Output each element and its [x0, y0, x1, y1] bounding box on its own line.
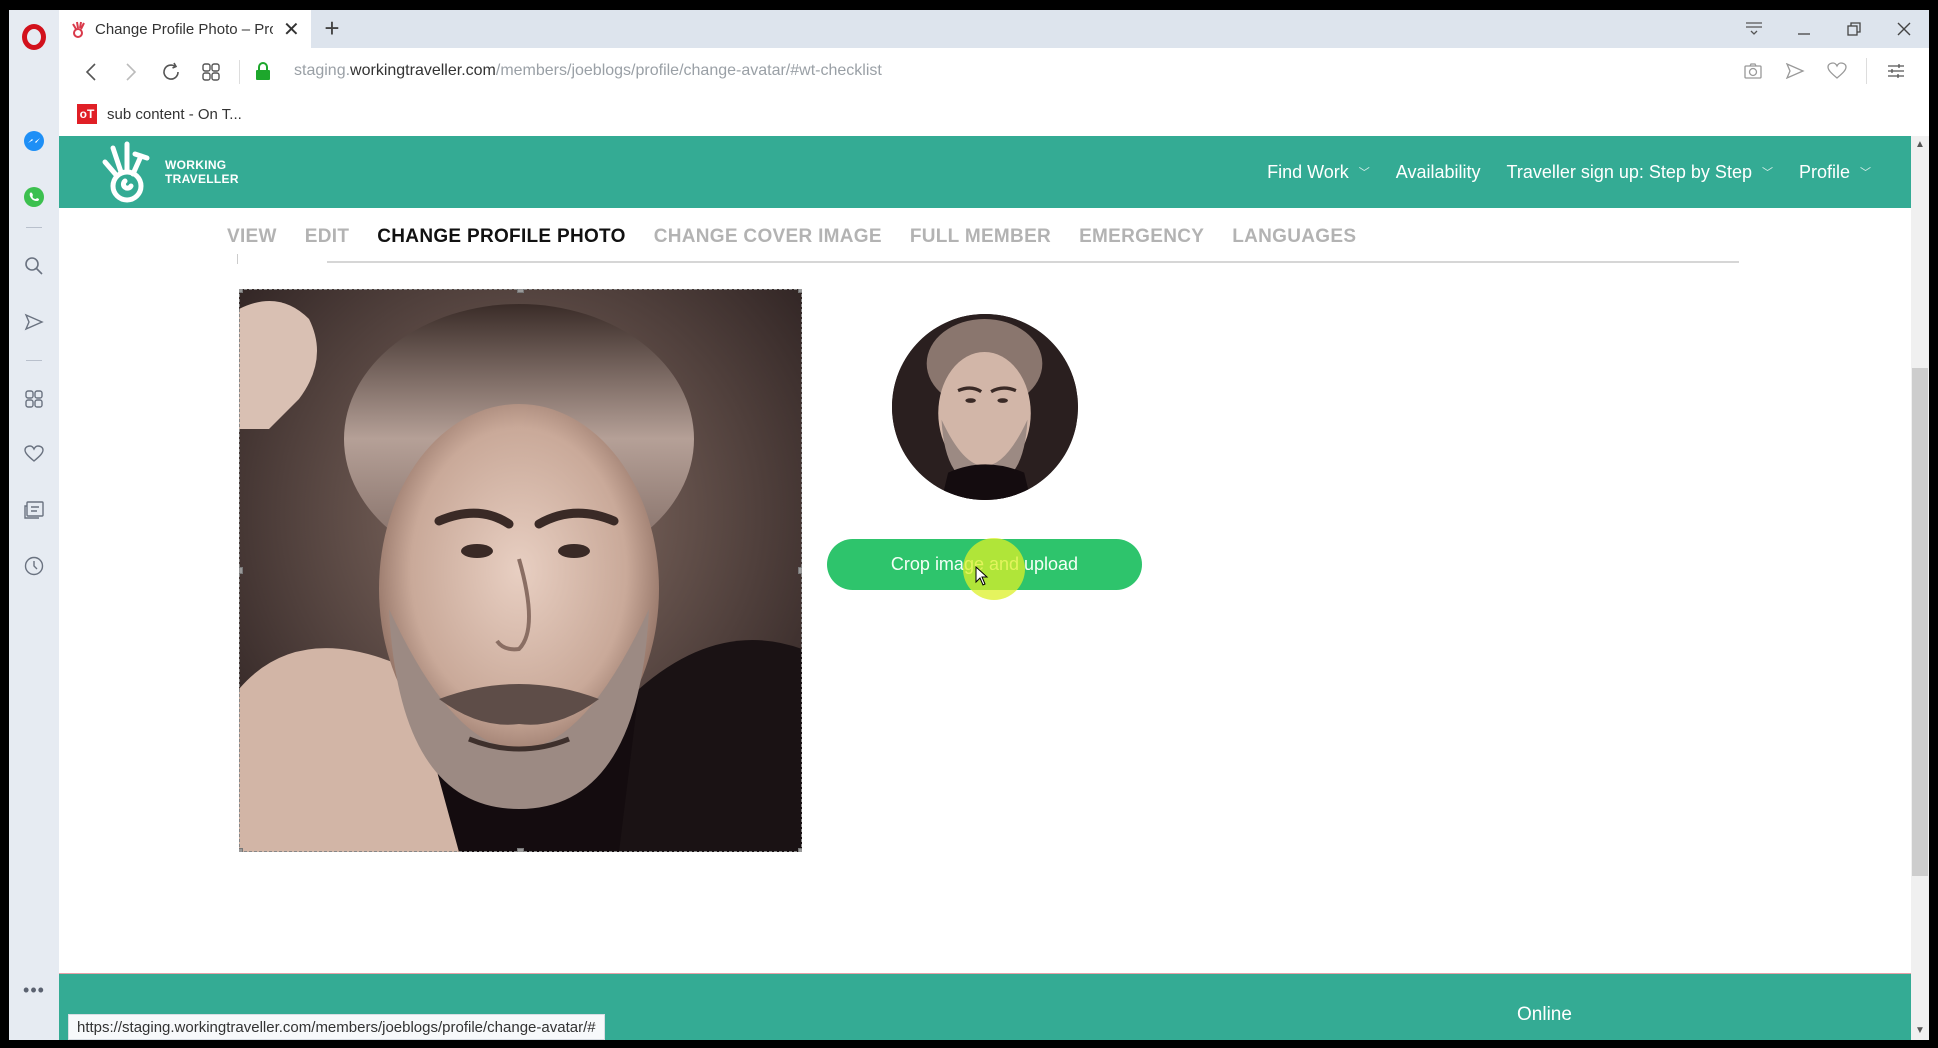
sidebar-separator — [26, 360, 42, 361]
main-nav: Find Work ﹀ Availability Traveller sign u… — [1267, 136, 1871, 208]
bookmark-label: sub content - On T... — [107, 105, 242, 123]
crop-handle[interactable] — [239, 567, 243, 574]
tab-title: Change Profile Photo – Pro — [95, 20, 273, 38]
browser-window: ••• Change Profile Photo – Pro ✕ + stagi… — [9, 10, 1929, 1040]
scrollbar-thumb[interactable] — [1912, 368, 1928, 876]
tab-bar: Change Profile Photo – Pro ✕ + — [59, 10, 1929, 48]
bookmarks-bar: oT sub content - On T... — [59, 96, 1929, 136]
more-icon[interactable]: ••• — [19, 980, 49, 1001]
speed-dial-icon[interactable] — [23, 388, 45, 410]
site-logo-text: WORKING TRAVELLER — [165, 158, 239, 186]
tab-edit[interactable]: EDIT — [305, 226, 349, 248]
tab-change-profile-photo[interactable]: CHANGE PROFILE PHOTO — [377, 226, 625, 248]
reload-icon[interactable] — [159, 60, 183, 84]
news-icon[interactable] — [23, 499, 45, 521]
tab-emergency[interactable]: EMERGENCY — [1079, 226, 1204, 248]
tab-change-cover-image[interactable]: CHANGE COVER IMAGE — [654, 226, 882, 248]
lock-icon[interactable] — [255, 62, 271, 80]
opera-sidebar: ••• — [9, 10, 59, 1040]
url-prefix: staging. — [294, 62, 351, 79]
logo-line-1: WORKING — [165, 158, 227, 172]
new-tab-button[interactable]: + — [317, 14, 347, 44]
avatar-preview — [892, 314, 1078, 500]
nav-find-work[interactable]: Find Work ﹀ — [1267, 162, 1370, 183]
address-actions-separator — [1866, 58, 1867, 84]
address-separator — [239, 60, 240, 84]
close-tab-icon[interactable]: ✕ — [283, 17, 300, 42]
whatsapp-icon[interactable] — [23, 186, 45, 208]
forward-icon[interactable] — [119, 60, 143, 84]
tab-menu-icon[interactable] — [1729, 10, 1779, 48]
speed-dial-grid-icon[interactable] — [199, 60, 223, 84]
crop-handle[interactable] — [239, 289, 243, 293]
crop-handle[interactable] — [798, 567, 802, 574]
url-field[interactable]: staging.workingtraveller.com/members/joe… — [294, 62, 882, 80]
logo-line-2: TRAVELLER — [165, 172, 239, 186]
screen: ••• Change Profile Photo – Pro ✕ + stagi… — [0, 0, 1938, 1048]
tab-view[interactable]: VIEW — [227, 226, 277, 248]
heart-icon[interactable] — [1824, 58, 1850, 84]
address-actions — [1740, 58, 1909, 84]
address-bar: staging.workingtraveller.com/members/joe… — [59, 48, 1929, 96]
messenger-icon[interactable] — [23, 131, 45, 153]
profile-tabs: VIEW EDIT CHANGE PROFILE PHOTO CHANGE CO… — [227, 226, 1356, 248]
nav-profile[interactable]: Profile ﹀ — [1799, 162, 1871, 183]
tab-active[interactable]: Change Profile Photo – Pro ✕ — [59, 10, 311, 48]
tab-divider — [237, 254, 238, 264]
nav-label: Traveller sign up: Step by Step — [1506, 161, 1752, 182]
heart-icon[interactable] — [23, 443, 45, 465]
crop-and-upload-button[interactable]: Crop image and upload — [827, 539, 1142, 590]
chevron-down-icon: ﹀ — [1860, 167, 1871, 179]
nav-label: Find Work — [1267, 161, 1349, 182]
nav-traveller-signup[interactable]: Traveller sign up: Step by Step ﹀ — [1507, 162, 1773, 183]
avatar-preview-image — [892, 314, 1078, 500]
crop-handle[interactable] — [239, 848, 243, 852]
nav-label: Profile — [1798, 161, 1850, 182]
bookmark-item[interactable]: oT sub content - On T... — [77, 104, 242, 124]
scroll-down-icon[interactable]: ▼ — [1911, 1022, 1929, 1040]
sidebar-separator — [26, 227, 42, 228]
nav-label: Availability — [1395, 161, 1481, 182]
url-path: /members/joeblogs/profile/change-avatar/… — [495, 62, 882, 79]
chevron-down-icon: ﹀ — [1761, 167, 1773, 179]
crop-handle[interactable] — [798, 289, 802, 293]
page-viewport: WORKING TRAVELLER Find Work ﹀ Availabilit… — [59, 136, 1911, 1040]
crop-handle[interactable] — [517, 289, 524, 293]
crop-handle[interactable] — [798, 848, 802, 852]
page-scrollbar[interactable]: ▲ ▼ — [1911, 136, 1929, 1040]
easy-setup-icon[interactable] — [1883, 58, 1909, 84]
tab-full-member[interactable]: FULL MEMBER — [910, 226, 1051, 248]
restore-icon[interactable] — [1829, 10, 1879, 48]
url-host: workingtraveller.com — [350, 62, 496, 79]
minimize-icon[interactable] — [1779, 10, 1829, 48]
history-icon[interactable] — [23, 555, 45, 577]
working-traveller-hand-icon — [72, 21, 85, 38]
chevron-down-icon: ﹀ — [1358, 167, 1370, 179]
working-traveller-logo-icon — [102, 141, 150, 203]
status-bar-url: https://staging.workingtraveller.com/mem… — [68, 1014, 605, 1040]
send-icon[interactable] — [23, 311, 45, 333]
tab-languages[interactable]: LANGUAGES — [1232, 226, 1356, 248]
site-header: WORKING TRAVELLER Find Work ﹀ Availabilit… — [59, 136, 1911, 208]
bookmark-favicon: oT — [77, 104, 97, 124]
send-icon[interactable] — [1782, 58, 1808, 84]
site-logo[interactable]: WORKING TRAVELLER — [97, 140, 239, 204]
search-icon[interactable] — [23, 255, 45, 277]
tab-underline — [327, 261, 1739, 263]
crop-handle[interactable] — [517, 848, 524, 852]
footer-online-label: Online — [1517, 1004, 1572, 1025]
profile-photo — [239, 289, 802, 852]
crop-area[interactable] — [239, 289, 802, 852]
camera-icon[interactable] — [1740, 58, 1766, 84]
close-window-icon[interactable] — [1879, 10, 1929, 48]
nav-availability[interactable]: Availability — [1396, 162, 1481, 183]
scroll-up-icon[interactable]: ▲ — [1911, 136, 1929, 154]
back-icon[interactable] — [79, 60, 103, 84]
opera-logo-icon[interactable] — [22, 24, 46, 50]
window-controls — [1729, 10, 1929, 48]
